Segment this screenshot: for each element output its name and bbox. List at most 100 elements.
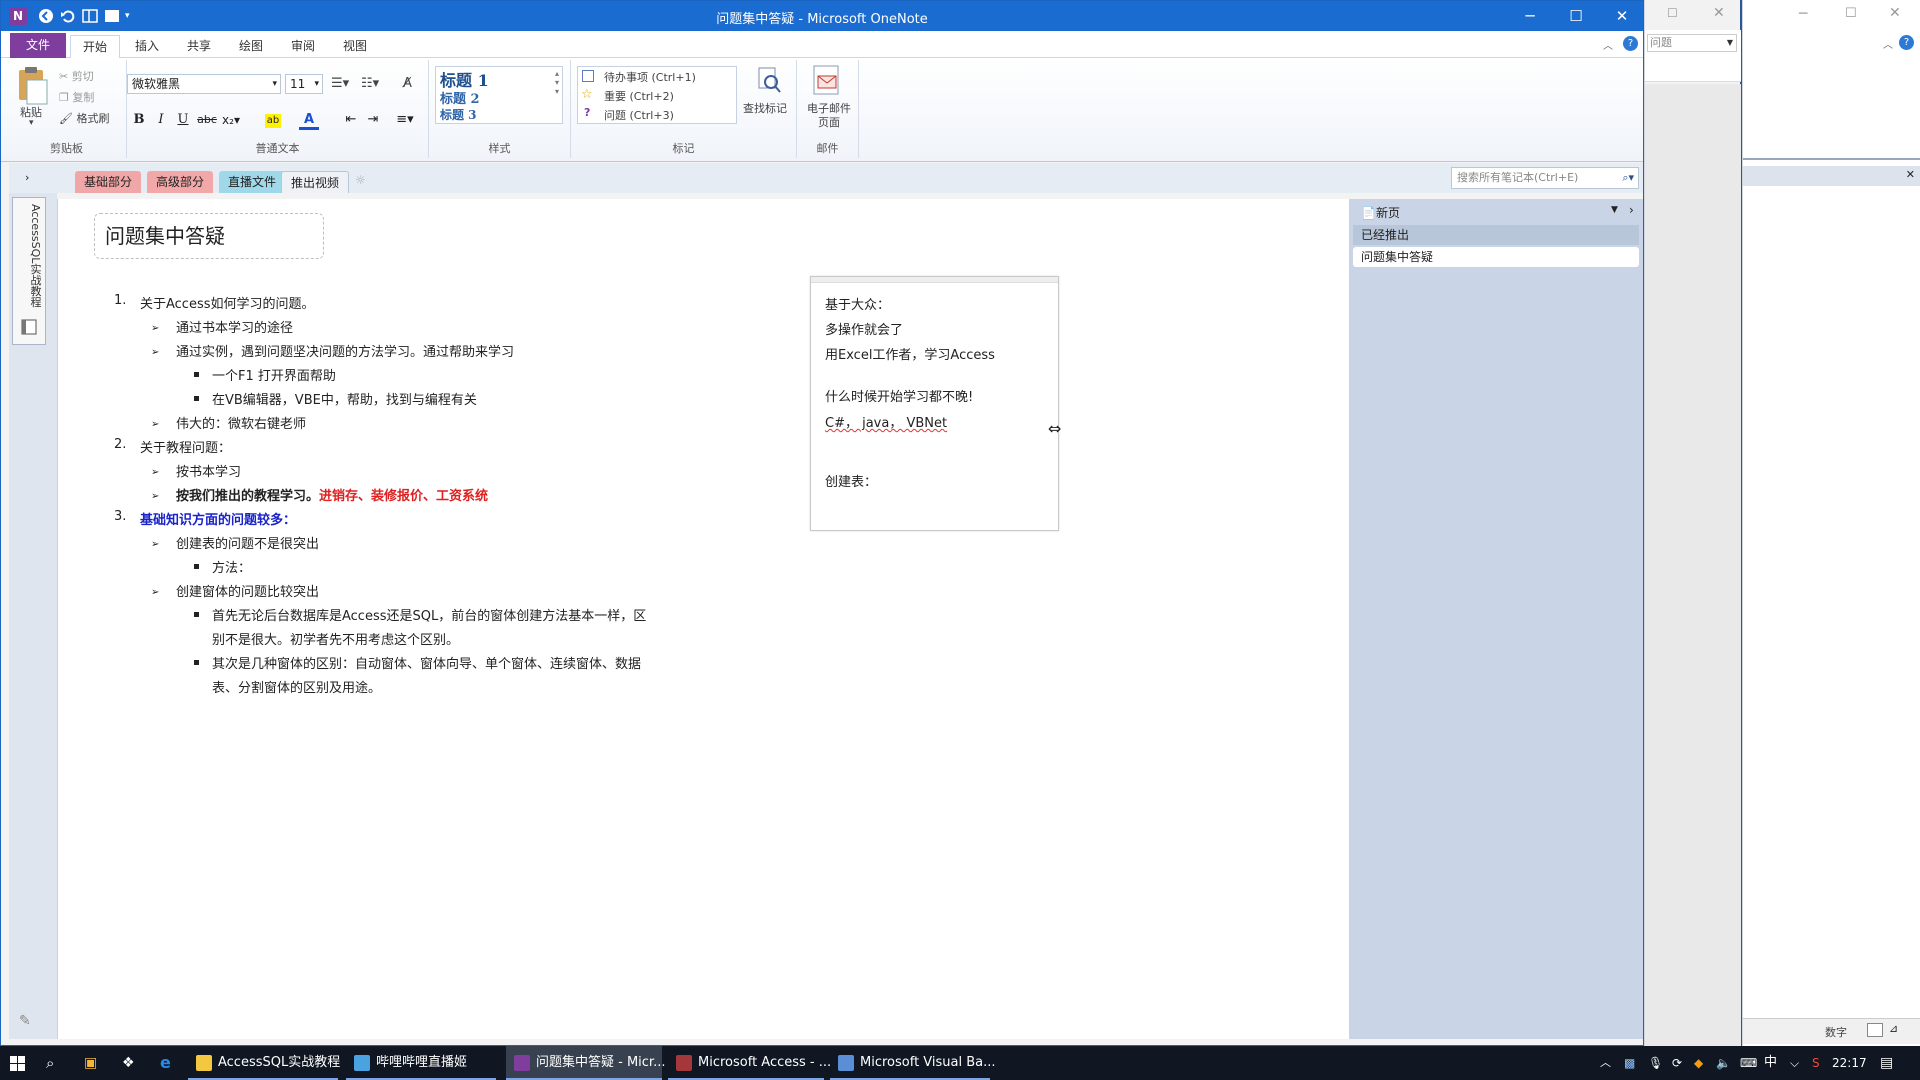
list-item[interactable]: 伟大的：微软右键老师 <box>176 413 306 432</box>
tab-home[interactable]: 开始 <box>70 35 121 59</box>
cut-button[interactable]: ✂ 剪切 <box>59 68 94 84</box>
search-icon[interactable]: ⌕ <box>46 1046 54 1080</box>
volume-icon[interactable]: 🔈 <box>1716 1046 1731 1080</box>
tag-question[interactable]: 问题 (Ctrl+3) <box>604 107 674 123</box>
normal-view-icon[interactable] <box>1867 1023 1883 1037</box>
taskbar-app-access[interactable]: Microsoft Access - ... <box>668 1046 831 1080</box>
copy-button[interactable]: ❐ 复制 <box>59 89 94 105</box>
tags-gallery[interactable]: 待办事项 (Ctrl+1) ☆ 重要 (Ctrl+2) ? 问题 (Ctrl+3… <box>577 66 737 124</box>
tab-insert[interactable]: 插入 <box>123 35 171 58</box>
style-heading-2[interactable]: 标题 2 <box>440 88 480 107</box>
section-tab-advanced[interactable]: 高级部分 <box>147 171 214 193</box>
page-item[interactable]: 已经推出 <box>1353 225 1639 245</box>
taskbar-app-vba[interactable]: Microsoft Visual Ba... <box>830 1046 996 1080</box>
help-icon[interactable]: ? <box>1899 35 1914 50</box>
help-icon[interactable]: ? <box>1623 36 1638 51</box>
tab-review[interactable]: 审阅 <box>279 35 327 58</box>
bullets-icon[interactable]: ☰▾ <box>331 76 349 91</box>
chevron-right-icon[interactable]: › <box>1629 203 1634 217</box>
underline-icon[interactable]: U <box>173 110 193 130</box>
note-container[interactable]: 基于大众： 多操作就会了 用Excel工作者，学习Access 什么时候开始学习… <box>810 276 1059 531</box>
find-tags-button[interactable]: 查找标记 <box>743 66 793 122</box>
new-page-button[interactable]: 📄新页 <box>1353 203 1639 223</box>
task-view-icon[interactable]: ▣ <box>84 1046 97 1080</box>
sogou-icon[interactable]: S <box>1812 1046 1820 1080</box>
tray-sync-icon[interactable]: ⟳ <box>1672 1046 1682 1080</box>
list-item[interactable]: 通过书本学习的途径 <box>176 317 293 336</box>
side-dropdown[interactable]: 问题 ▼ <box>1647 34 1737 52</box>
list-item[interactable]: 首先无论后台数据库是Access还是SQL，前台的窗体创建方法基本一样，区 <box>212 605 646 624</box>
section-tab-basics[interactable]: 基础部分 <box>75 171 142 193</box>
unfiled-notes-icon[interactable]: ✎ <box>19 1013 31 1029</box>
strikethrough-icon[interactable]: abc <box>197 110 217 130</box>
taskbar-app-bilibili[interactable]: 哔哩哔哩直播姬 <box>346 1046 496 1080</box>
edge-icon[interactable]: e <box>160 1046 171 1080</box>
subscript-icon[interactable]: x₂▾ <box>221 110 241 130</box>
taskbar-app-onenote[interactable]: 问题集中答疑 - Micr... <box>506 1046 665 1080</box>
search-notebooks-input[interactable]: 搜索所有笔记本(Ctrl+E) ⌕▾ <box>1451 167 1639 189</box>
email-page-button[interactable]: 电子邮件页面 <box>803 102 855 130</box>
page-item-selected[interactable]: 问题集中答疑 <box>1353 247 1639 267</box>
tray-overflow-icon[interactable]: ︿ <box>1600 1046 1611 1080</box>
font-size-select[interactable]: 11 ▾ <box>285 74 323 94</box>
tag-todo[interactable]: 待办事项 (Ctrl+1) <box>604 69 696 85</box>
minimize-button[interactable]: ─ <box>1507 1 1553 31</box>
tab-draw[interactable]: 绘图 <box>227 35 275 58</box>
format-painter-button[interactable]: 🖌 格式刷 <box>59 110 109 126</box>
email-page-icon[interactable] <box>811 64 843 96</box>
search-icon[interactable]: ⌕▾ <box>1622 168 1634 188</box>
notifications-icon[interactable]: ▤ <box>1880 1046 1893 1080</box>
style-heading-3[interactable]: 标题 3 <box>440 106 477 123</box>
close-button[interactable]: ✕ <box>1713 5 1725 21</box>
microphone-icon[interactable]: 🎙 <box>1648 1046 1663 1080</box>
list-item-continued[interactable]: 表、分割窗体的区别及用途。 <box>212 677 381 696</box>
start-button[interactable] <box>10 1046 30 1080</box>
tab-share[interactable]: 共享 <box>175 35 223 58</box>
gallery-scroll-icon[interactable]: ▴ ▾ ▾ <box>555 69 559 96</box>
list-item[interactable]: 创建窗体的问题比较突出 <box>176 581 319 600</box>
section-tab-live-files[interactable]: 直播文件 <box>219 171 286 193</box>
layout-view-icon[interactable]: ⊿ <box>1889 1022 1898 1035</box>
list-item-continued[interactable]: 别不是很大。初学者先不用考虑这个区别。 <box>212 629 459 648</box>
tab-file[interactable]: 文件 <box>10 33 67 58</box>
page-title[interactable]: 问题集中答疑 <box>94 213 324 259</box>
numbering-icon[interactable]: ☷▾ <box>361 76 379 91</box>
maximize-button[interactable]: ☐ <box>1553 1 1599 31</box>
list-item[interactable]: 按书本学习 <box>176 461 241 480</box>
expand-navigation-icon[interactable]: › <box>25 171 29 184</box>
tray-ime-app-icon[interactable]: ◆ <box>1694 1046 1703 1080</box>
styles-gallery[interactable]: 标题 1 标题 2 标题 3 ▴ ▾ ▾ <box>435 66 563 124</box>
outdent-icon[interactable]: ⇤ <box>341 110 361 130</box>
collapse-ribbon-icon[interactable]: ︿ <box>1603 37 1613 52</box>
list-item[interactable]: 方法： <box>212 557 251 576</box>
tab-view[interactable]: 视图 <box>331 35 379 58</box>
collapse-icon[interactable]: ︿ <box>1883 36 1893 51</box>
list-item[interactable]: 在VB编辑器，VBE中，帮助，找到与编程有关 <box>212 389 477 408</box>
paste-dropdown-icon[interactable]: ▾ <box>29 118 34 128</box>
note-drag-handle[interactable] <box>811 277 1058 283</box>
paste-icon[interactable] <box>15 66 49 106</box>
pinned-app-icon[interactable]: ❖ <box>122 1046 135 1080</box>
highlight-icon[interactable]: ab <box>265 114 281 128</box>
list-item[interactable]: 创建表的问题不是很突出 <box>176 533 319 552</box>
clock[interactable]: 22:17 <box>1832 1046 1867 1080</box>
chevron-down-icon[interactable]: ▼ <box>1611 205 1618 215</box>
list-item[interactable]: 其次是几种窗体的区别：自动窗体、窗体向导、单个窗体、连续窗体、数据 <box>212 653 641 672</box>
bold-icon[interactable]: B <box>129 110 149 130</box>
italic-icon[interactable]: I <box>151 110 171 130</box>
tag-important[interactable]: 重要 (Ctrl+2) <box>604 88 674 104</box>
indent-icon[interactable]: ⇥ <box>363 110 383 130</box>
network-icon[interactable]: ⌨ <box>1740 1046 1757 1080</box>
taskbar-app-explorer[interactable]: AccessSQL实战教程 <box>188 1046 340 1080</box>
close-button[interactable]: ✕ <box>1599 1 1645 31</box>
align-icon[interactable]: ≡▾ <box>395 110 415 130</box>
tray-app-icon[interactable]: ▩ <box>1624 1046 1635 1080</box>
maximize-button[interactable]: ☐ <box>1845 6 1857 21</box>
list-item[interactable]: 一个F1 打开界面帮助 <box>212 365 336 384</box>
close-icon[interactable]: ✕ <box>1906 168 1915 181</box>
minimize-button[interactable]: ─ <box>1799 6 1807 22</box>
list-item[interactable]: 通过实例，遇到问题坚决问题的方法学习。通过帮助来学习 <box>176 341 514 360</box>
font-color-icon[interactable]: A <box>299 110 319 130</box>
section-tab-released-videos[interactable]: 推出视频 <box>281 171 350 193</box>
close-button[interactable]: ✕ <box>1889 5 1901 21</box>
